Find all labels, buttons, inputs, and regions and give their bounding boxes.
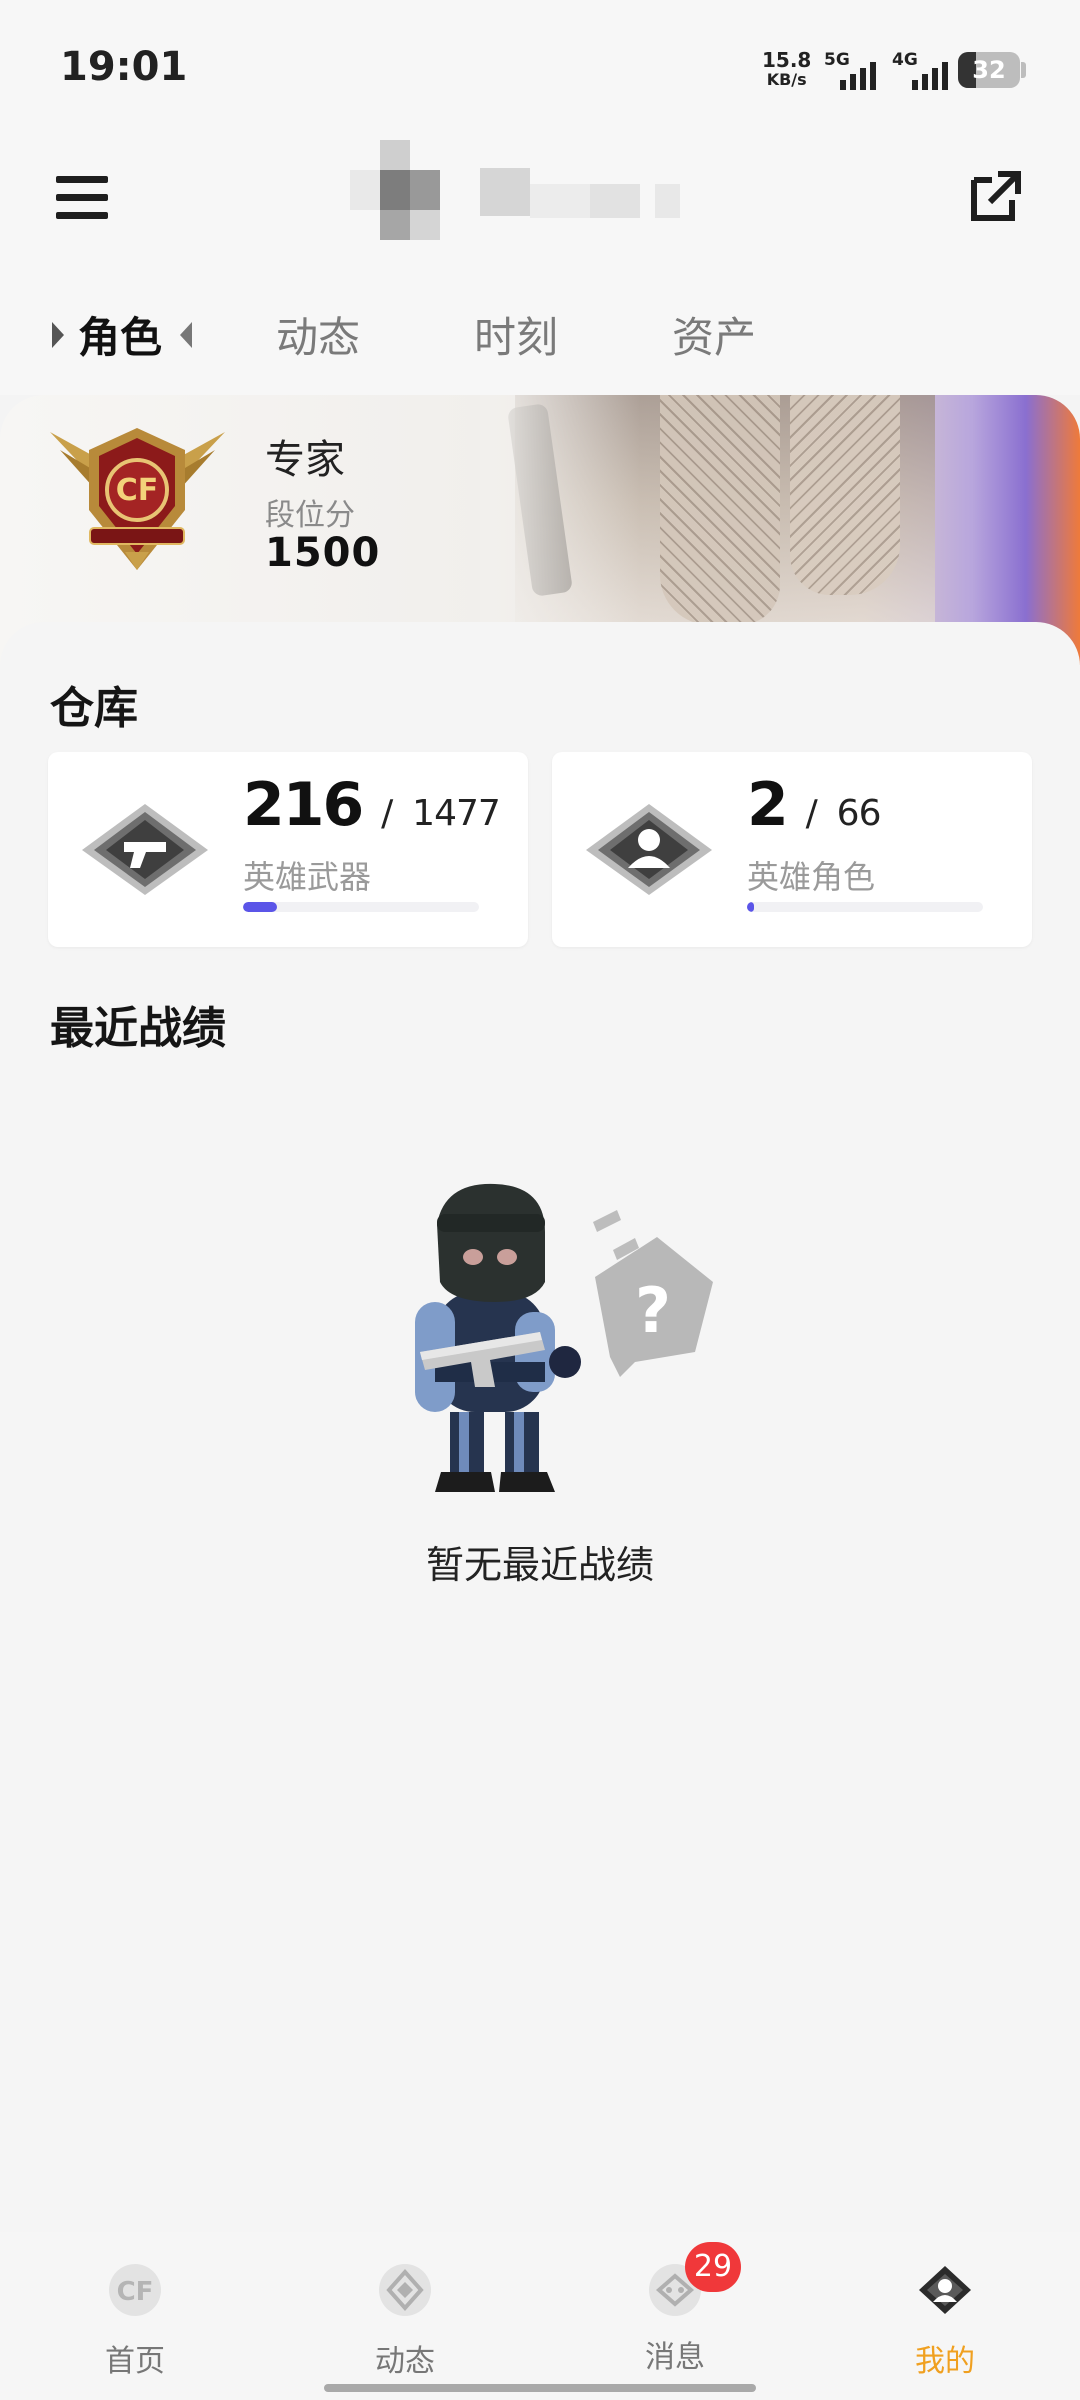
nav-messages[interactable]: 29 消息 (575, 2242, 775, 2376)
hero-character-card[interactable]: 2 / 66 英雄角色 (552, 752, 1032, 947)
rank-title: 专家 (265, 437, 345, 483)
feed-diamond-icon (379, 2264, 431, 2316)
tab-feed[interactable]: 动态 (276, 304, 360, 365)
empty-soldier-illustration: ? (415, 1183, 713, 1492)
nav-messages-label: 消息 (645, 2340, 705, 2375)
recent-record-title: 最近战绩 (50, 1003, 226, 1054)
hero-character-icon (586, 804, 712, 895)
tab-assets[interactable]: 资产 (672, 304, 756, 365)
hero-weapon-count: 216 / 1477 (243, 770, 501, 840)
sim2-signal-icon (912, 62, 948, 90)
network-speed-value: 15.8 (762, 48, 812, 72)
battery-icon: 32 (958, 52, 1020, 88)
status-time: 19:01 (60, 44, 188, 90)
home-indicator[interactable] (324, 2384, 756, 2392)
rank-score-value: 1500 (265, 530, 381, 576)
rank-score-label: 段位分 (265, 498, 355, 533)
profile-tabs: 角色 动态 时刻 资产 (0, 260, 1080, 395)
battery-tip (1021, 62, 1026, 78)
hero-weapon-label: 英雄武器 (243, 858, 372, 896)
status-bar: 19:01 15.8 KB/s 5G 4G 32 (0, 0, 1080, 140)
hero-character-count: 2 / 66 (747, 770, 881, 840)
battery-level: 32 (972, 56, 1006, 84)
hero-weapon-card[interactable]: 216 / 1477 英雄武器 (48, 752, 528, 947)
nav-home[interactable]: CF 首页 (35, 2262, 235, 2380)
bottom-navigation: CF 首页 动态 29 消息 我的 (0, 2232, 1080, 2400)
svg-text:?: ? (635, 1274, 671, 1347)
nav-profile-label: 我的 (915, 2344, 975, 2379)
hero-character-label: 英雄角色 (747, 858, 876, 896)
top-header (0, 140, 1080, 260)
banner-art-right (790, 395, 900, 595)
nav-profile[interactable]: 我的 (845, 2262, 1045, 2380)
hero-weapon-icon (82, 804, 208, 895)
tab-moments[interactable]: 时刻 (474, 304, 558, 365)
hamburger-menu-icon[interactable] (56, 176, 108, 220)
external-share-icon[interactable] (970, 170, 1022, 222)
tab-indicator-left-icon (180, 322, 192, 348)
sim1-signal-icon (840, 62, 876, 90)
nav-home-label: 首页 (105, 2344, 165, 2379)
cf-home-icon: CF (109, 2264, 161, 2316)
banner-art-left (660, 395, 780, 625)
main-content: 仓库 216 / 1477 英雄武器 2 / 66 英雄角色 最近战绩 ? 暂无… (0, 622, 1080, 2232)
rank-expert-badge-icon: CF (50, 428, 225, 570)
hero-weapon-progress (243, 902, 479, 912)
svg-text:CF: CF (116, 473, 159, 508)
hero-character-progress (747, 902, 983, 912)
profile-icon (919, 2266, 971, 2314)
network-speed-unit: KB/s (766, 70, 807, 89)
warehouse-title: 仓库 (50, 683, 138, 734)
message-icon-wrap: 29 (645, 2242, 741, 2318)
tab-role[interactable]: 角色 (78, 304, 162, 365)
blurred-username (480, 168, 680, 218)
blurred-avatar[interactable] (350, 140, 460, 240)
tab-indicator-right-icon (52, 322, 64, 348)
message-count-badge: 29 (685, 2242, 741, 2292)
svg-text:CF: CF (117, 2277, 154, 2307)
nav-feed[interactable]: 动态 (305, 2262, 505, 2380)
network-speed: 15.8 KB/s (762, 50, 811, 90)
empty-record-text: 暂无最近战绩 (425, 1543, 654, 1587)
nav-feed-label: 动态 (375, 2344, 435, 2379)
